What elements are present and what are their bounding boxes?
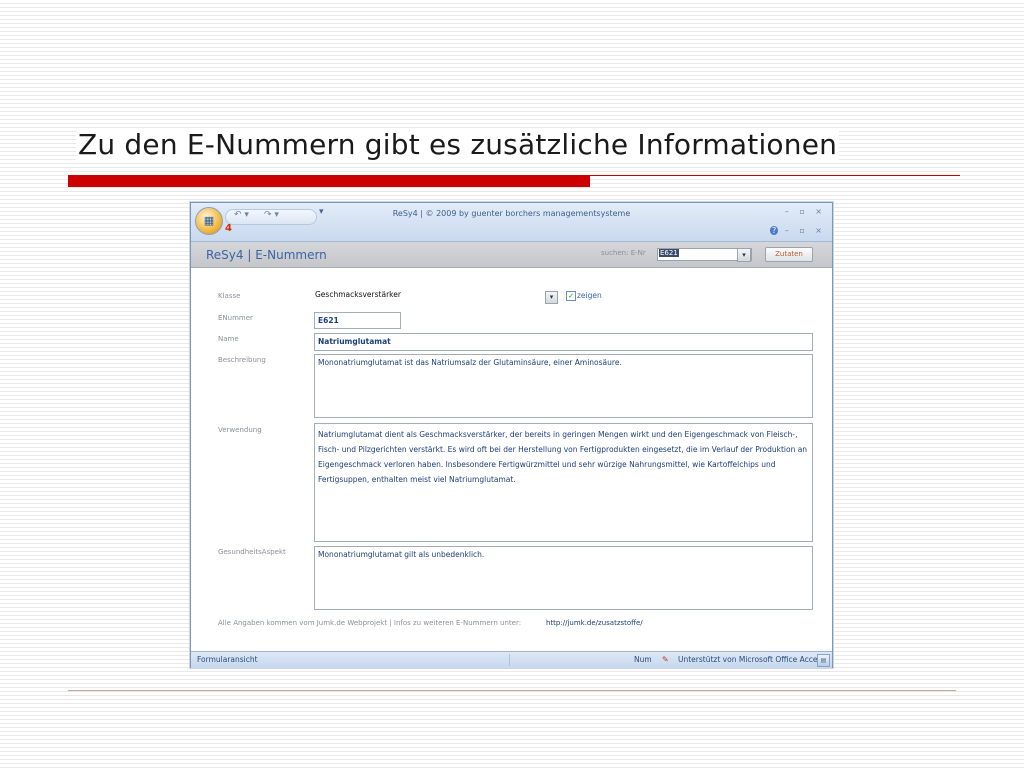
zutaten-button[interactable]: Zutaten <box>765 247 813 262</box>
status-view-name: Formularansicht <box>197 655 258 664</box>
beschreibung-field[interactable]: Mononatriumglutamat ist das Natriumsalz … <box>314 354 813 418</box>
title-accent-bar <box>68 175 590 187</box>
search-value: E621 <box>659 249 679 257</box>
footer-text: Alle Angaben kommen vom Jumk.de Webproje… <box>218 619 522 627</box>
access-window: ▦ ↶ ▾ ↷ ▾ ▾ 4 ReSy4 | © 2009 by guenter … <box>190 202 833 668</box>
window-titlebar: ▦ ↶ ▾ ↷ ▾ ▾ 4 ReSy4 | © 2009 by guenter … <box>191 203 832 242</box>
access-logo-icon: ✎ <box>662 655 669 664</box>
klasse-combobox[interactable]: Geschmacksverstärker <box>314 289 556 301</box>
document-window-controls[interactable]: – ▫ × <box>785 226 826 235</box>
form-header: ReSy4 | E-Nummern suchen: E-Nr E621 ▾ Zu… <box>191 242 832 268</box>
slide-title: Zu den E-Nummern gibt es zusätzliche Inf… <box>76 128 840 161</box>
status-bar: Formularansicht Num ✎ Unterstützt von Mi… <box>191 651 832 668</box>
enummer-label: ENummer <box>218 314 253 322</box>
klasse-label: Klasse <box>218 292 241 300</box>
footer-link[interactable]: http://jumk.de/zusatzstoffe/ <box>546 619 643 627</box>
beschreibung-label: Beschreibung <box>218 356 266 364</box>
search-dropdown-arrow-icon[interactable]: ▾ <box>737 248 751 262</box>
zeigen-checkbox[interactable]: ✓ <box>566 291 576 301</box>
bottom-divider-line <box>68 690 956 691</box>
ribbon-keytip: 4 <box>225 223 232 234</box>
search-label: suchen: E-Nr <box>601 249 646 257</box>
window-title: ReSy4 | © 2009 by guenter borchers manag… <box>392 209 631 218</box>
zeigen-label: zeigen <box>577 291 602 300</box>
gesundheit-field[interactable]: Mononatriumglutamat gilt als unbedenklic… <box>314 546 813 610</box>
help-icon[interactable]: ? <box>769 226 779 235</box>
title-divider-line <box>590 175 960 176</box>
form-title: ReSy4 | E-Nummern <box>206 248 327 262</box>
name-label: Name <box>218 335 239 343</box>
document-controls[interactable]: ? – ▫ × <box>769 226 826 235</box>
verwendung-field[interactable]: Natriumglutamat dient als Geschmacksvers… <box>314 423 813 542</box>
status-divider <box>509 654 510 666</box>
gesundheit-label: GesundheitsAspekt <box>218 548 286 556</box>
klasse-dropdown-arrow-icon[interactable]: ▾ <box>545 291 558 304</box>
klasse-value: Geschmacksverstärker <box>315 290 401 299</box>
verwendung-label: Verwendung <box>218 426 262 434</box>
status-num-lock: Num <box>634 655 652 664</box>
enummer-field[interactable]: E621 <box>314 312 401 329</box>
name-field[interactable]: Natriumglutamat <box>314 333 813 351</box>
window-controls[interactable]: – ▫ × <box>785 207 826 216</box>
status-powered-by: Unterstützt von Microsoft Office Access <box>678 655 826 664</box>
form-view-icon[interactable]: ▤ <box>817 654 830 667</box>
